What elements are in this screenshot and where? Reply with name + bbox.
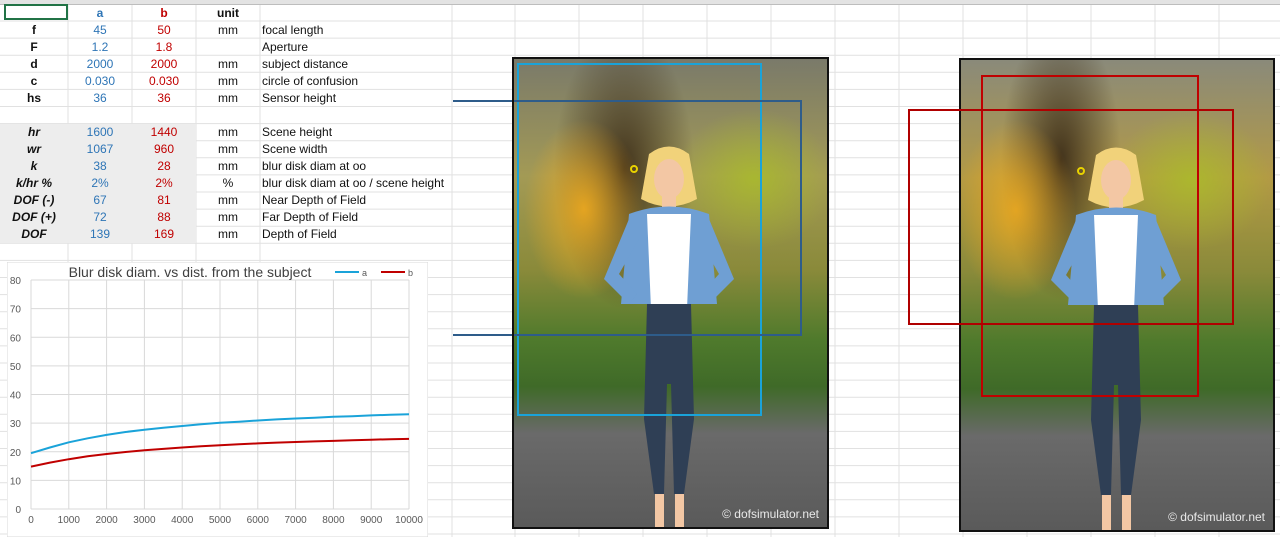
unit-cell: mm (218, 159, 238, 173)
param-label: DOF (21, 227, 47, 241)
param-description: Near Depth of Field (262, 193, 367, 207)
value-b: 2% (155, 176, 173, 190)
y-tick-label: 20 (10, 448, 22, 459)
param-description: circle of confusion (262, 74, 359, 88)
param-label: d (30, 57, 38, 71)
param-description: focal length (262, 23, 324, 37)
param-label: hr (28, 125, 40, 139)
focus-point-a (630, 165, 638, 173)
watermark-a: © dofsimulator.net (722, 507, 819, 521)
x-tick-label: 1000 (58, 515, 81, 526)
param-description: Far Depth of Field (262, 210, 359, 224)
x-tick-label: 7000 (284, 515, 307, 526)
value-a: 72 (93, 210, 107, 224)
value-b: 81 (157, 193, 171, 207)
y-tick-label: 30 (10, 419, 22, 430)
param-label: DOF (+) (12, 210, 56, 224)
header-unit: unit (217, 6, 239, 20)
chart-title: Blur disk diam. vs dist. from the subjec… (69, 264, 312, 280)
frame-box-b-outer (908, 109, 1234, 325)
param-description: Aperture (262, 40, 309, 54)
param-label: F (30, 40, 38, 54)
value-a: 2% (91, 176, 109, 190)
value-b: 1440 (150, 125, 178, 139)
param-description: subject distance (262, 57, 349, 71)
x-tick-label: 4000 (171, 515, 194, 526)
param-description: Scene height (262, 125, 333, 139)
connector-line-top (453, 100, 515, 102)
y-tick-label: 80 (10, 276, 22, 287)
unit-cell: mm (218, 125, 238, 139)
selected-cell[interactable] (4, 4, 68, 20)
x-tick-label: 5000 (209, 515, 232, 526)
unit-cell: mm (218, 193, 238, 207)
value-a: 1.2 (91, 40, 109, 54)
param-description: Scene width (262, 142, 328, 156)
value-b: 2000 (150, 57, 178, 71)
value-a: 67 (93, 193, 107, 207)
param-label: hs (26, 91, 41, 105)
value-b: 28 (157, 159, 171, 173)
unit-cell: % (222, 176, 234, 190)
unit-cell: mm (218, 142, 238, 156)
header-a: a (96, 6, 104, 20)
param-description: Sensor height (262, 91, 337, 105)
unit-cell: mm (218, 91, 238, 105)
y-tick-label: 0 (15, 505, 21, 516)
param-label: DOF (-) (13, 193, 55, 207)
header-b: b (160, 6, 168, 20)
legend-label-a: a (362, 268, 367, 278)
y-tick-label: 10 (10, 476, 22, 487)
unit-cell: mm (218, 210, 238, 224)
x-tick-label: 9000 (360, 515, 383, 526)
value-a: 36 (93, 91, 107, 105)
value-a: 139 (89, 227, 111, 241)
blur-disk-chart: 0 10 20 30 40 50 60 70 80 0 1000 2000 3000 4000 5000 60… (6, 261, 429, 538)
x-tick-label: 10000 (395, 515, 423, 526)
y-tick-label: 70 (10, 305, 22, 316)
value-b: 36 (157, 91, 171, 105)
x-tick-label: 8000 (322, 515, 345, 526)
value-b: 169 (153, 227, 175, 241)
frame-box-a-blue (514, 100, 802, 336)
x-tick-label: 0 (28, 515, 34, 526)
y-tick-label: 50 (10, 362, 22, 373)
x-tick-label: 3000 (133, 515, 156, 526)
param-label: c (30, 74, 38, 88)
param-label: k/hr % (15, 176, 52, 190)
unit-cell: mm (218, 227, 238, 241)
chart-area (6, 261, 429, 538)
unit-cell: mm (218, 74, 238, 88)
value-a: 1600 (86, 125, 114, 139)
value-a: 1067 (86, 142, 114, 156)
unit-cell (196, 39, 260, 56)
x-tick-label: 2000 (95, 515, 118, 526)
connector-line-bottom (453, 334, 515, 336)
param-description: blur disk diam at oo / scene height (262, 176, 445, 190)
value-b: 1.8 (155, 40, 173, 54)
value-a: 45 (93, 23, 107, 37)
param-label: f (32, 23, 36, 37)
value-b: 960 (153, 142, 175, 156)
param-description: blur disk diam at oo (262, 159, 367, 173)
param-description: Depth of Field (262, 227, 337, 241)
chart-svg: 0 10 20 30 40 50 60 70 80 0 1000 2000 3000 4000 5000 60… (6, 261, 429, 538)
value-a: 0.030 (84, 74, 116, 88)
y-tick-label: 60 (10, 333, 22, 344)
value-a: 2000 (86, 57, 114, 71)
y-tick-label: 40 (10, 391, 22, 402)
value-b: 0.030 (148, 74, 180, 88)
unit-cell: mm (218, 23, 238, 37)
value-b: 88 (157, 210, 171, 224)
legend-label-b: b (408, 268, 413, 278)
preview-a: © dofsimulator.net (512, 57, 829, 529)
watermark-b: © dofsimulator.net (1168, 510, 1265, 524)
unit-cell: mm (218, 57, 238, 71)
value-b: 50 (157, 23, 171, 37)
param-label: wr (26, 142, 41, 156)
param-label: k (30, 159, 38, 173)
value-a: 38 (93, 159, 107, 173)
x-tick-label: 6000 (247, 515, 270, 526)
